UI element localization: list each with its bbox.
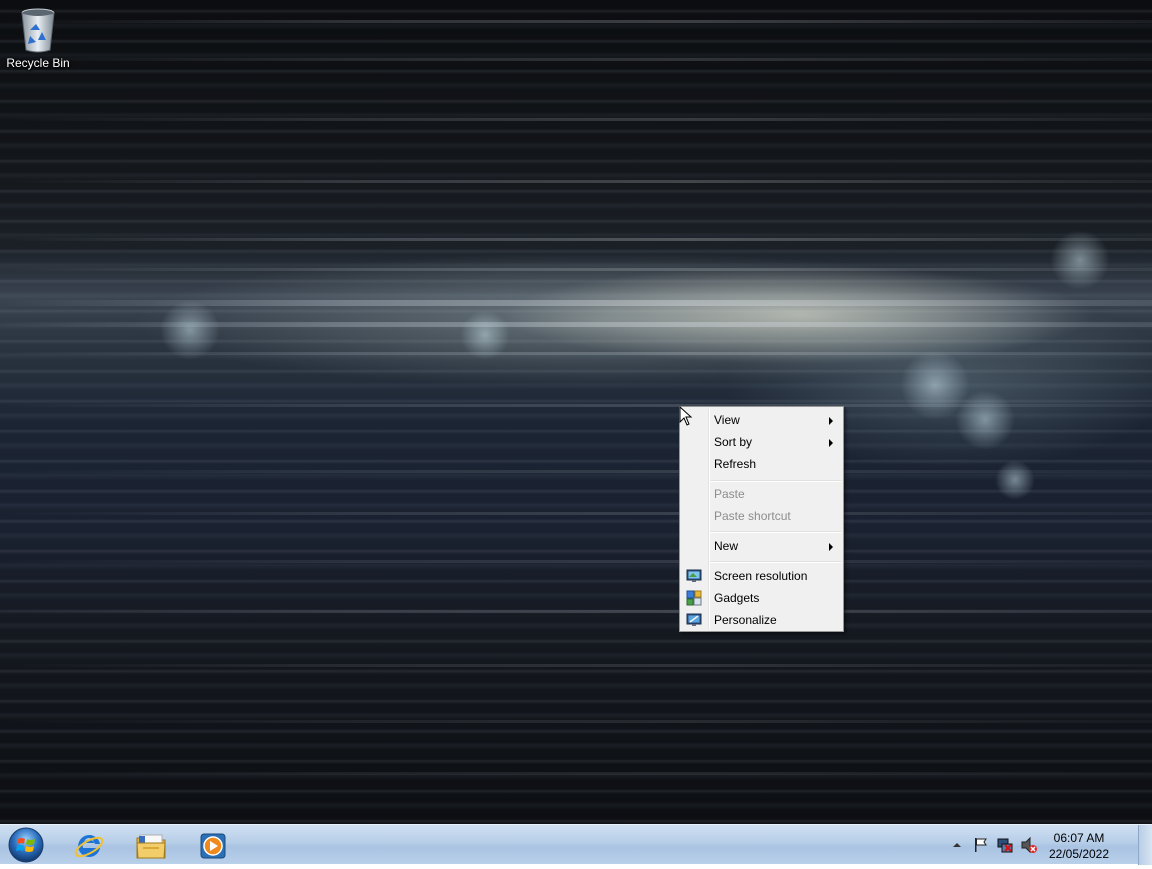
menu-item-refresh[interactable]: Refresh: [682, 453, 841, 475]
menu-item-personalize[interactable]: Personalize: [682, 609, 841, 631]
menu-item-view[interactable]: View: [682, 409, 841, 431]
menu-item-paste[interactable]: Paste: [682, 483, 841, 505]
wallpaper-bokeh: [995, 460, 1035, 500]
media-player-icon: [200, 833, 226, 859]
menu-item-label: New: [714, 539, 739, 553]
menu-item-label: Sort by: [714, 435, 753, 449]
menu-separator: [710, 480, 841, 482]
menu-item-paste-shortcut[interactable]: Paste shortcut: [682, 505, 841, 527]
network-disconnected-icon[interactable]: [996, 836, 1014, 854]
recycle-bin-desktop-icon[interactable]: Recycle Bin: [4, 6, 72, 76]
clock[interactable]: 06:07 AM 22/05/2022: [1044, 830, 1114, 862]
wallpaper-bokeh: [955, 390, 1015, 450]
taskbar-windows-explorer[interactable]: [124, 827, 178, 863]
wallpaper-streak: [0, 512, 1152, 515]
start-button[interactable]: [6, 826, 46, 864]
wallpaper-streak: [0, 238, 1152, 241]
taskbar-media-player[interactable]: [186, 827, 240, 863]
windows-orb-icon: [8, 827, 44, 863]
submenu-arrow-icon: [829, 439, 833, 447]
wallpaper-streak: [0, 58, 1152, 61]
taskbar: 06:07 AM 22/05/2022: [0, 824, 1152, 865]
submenu-arrow-icon: [829, 417, 833, 425]
wallpaper-streak: [0, 118, 1152, 121]
clock-date: 22/05/2022: [1048, 847, 1110, 861]
wallpaper-streak: [0, 268, 1152, 271]
wallpaper-bokeh: [1050, 230, 1110, 290]
menu-item-gadgets[interactable]: Gadgets: [682, 587, 841, 609]
wallpaper-streak: [0, 664, 1152, 667]
wallpaper-streak: [0, 610, 1152, 613]
menu-item-label: Paste shortcut: [714, 509, 791, 523]
menu-item-label: Refresh: [714, 457, 757, 471]
wallpaper-streak: [0, 560, 1152, 563]
menu-item-label: Screen resolution: [714, 569, 808, 583]
menu-item-label: Gadgets: [714, 591, 760, 605]
desktop[interactable]: Recycle Bin View Sort by Refresh Paste P…: [0, 0, 1152, 824]
windows-explorer-icon: [136, 834, 166, 859]
wallpaper-bokeh: [460, 310, 510, 360]
wallpaper-bokeh: [160, 300, 220, 360]
menu-item-sort-by[interactable]: Sort by: [682, 431, 841, 453]
volume-muted-icon[interactable]: [1020, 836, 1038, 854]
monitor-icon: [686, 569, 702, 582]
menu-item-new[interactable]: New: [682, 535, 841, 557]
personalize-icon: [686, 613, 702, 626]
taskbar-internet-explorer[interactable]: [62, 827, 116, 863]
wallpaper-streak: [0, 20, 1152, 23]
menu-separator: [710, 561, 841, 563]
notification-area: 06:07 AM 22/05/2022: [940, 825, 1140, 865]
desktop-context-menu: View Sort by Refresh Paste Paste shortcu…: [679, 406, 844, 632]
wallpaper-streak: [0, 772, 1152, 775]
gadgets-icon: [686, 590, 702, 606]
menu-separator: [710, 531, 841, 533]
clock-time: 06:07 AM: [1053, 831, 1105, 845]
menu-item-label: Personalize: [714, 613, 777, 627]
recycle-bin-label: Recycle Bin: [6, 56, 70, 70]
wallpaper-streak: [0, 180, 1152, 183]
action-center-flag-icon[interactable]: [972, 836, 990, 854]
menu-item-screen-resolution[interactable]: Screen resolution: [682, 565, 841, 587]
show-desktop-button[interactable]: [1138, 825, 1152, 865]
recycle-bin-icon: [21, 8, 55, 53]
wallpaper-streak: [0, 720, 1152, 723]
menu-item-label: Paste: [714, 487, 745, 501]
show-hidden-icons-arrow[interactable]: [948, 836, 966, 854]
internet-explorer-icon: [74, 834, 104, 858]
wallpaper-streak: [0, 470, 1152, 473]
mouse-pointer-icon: [679, 406, 693, 426]
menu-item-label: View: [714, 413, 740, 427]
submenu-arrow-icon: [829, 543, 833, 551]
